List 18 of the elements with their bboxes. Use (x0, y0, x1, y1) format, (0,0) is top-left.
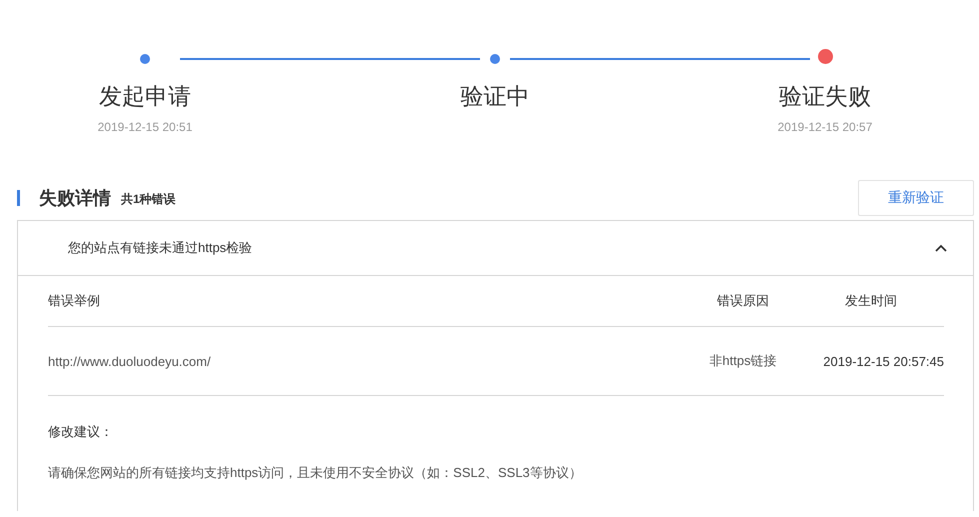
error-count: 共1种错误 (121, 190, 176, 208)
column-header: 错误举例 (48, 292, 101, 310)
table-cell-text: http://www.duoluodeyu.com/ (48, 354, 212, 368)
collapse-icon[interactable] (935, 244, 947, 252)
table-cell-text: 非https链接 (708, 352, 778, 370)
panel-title: 您的站点有链接未通过https检验 (68, 239, 252, 257)
step-label: 验证中 (460, 82, 530, 111)
column-header: 错误原因 (716, 292, 770, 310)
step-time: 2019-12-15 20:51 (98, 120, 192, 134)
column-header: 发生时间 (844, 292, 898, 310)
section-title: 失败详情 (39, 187, 111, 210)
step-label: 发起申请 (99, 82, 191, 111)
retry-button[interactable]: 重新验证 (858, 180, 974, 216)
table-cell-text: 2019-12-15 20:57:45 (822, 354, 944, 368)
step-label: 验证失败 (779, 82, 871, 111)
step-time: 2019-12-15 20:57 (778, 120, 872, 134)
advice-text: 请确保您网站的所有链接均支持https访问，且未使用不安全协议（如：SSL2、SSL3等协议） (48, 464, 583, 482)
advice-title: 修改建议： (48, 423, 114, 441)
